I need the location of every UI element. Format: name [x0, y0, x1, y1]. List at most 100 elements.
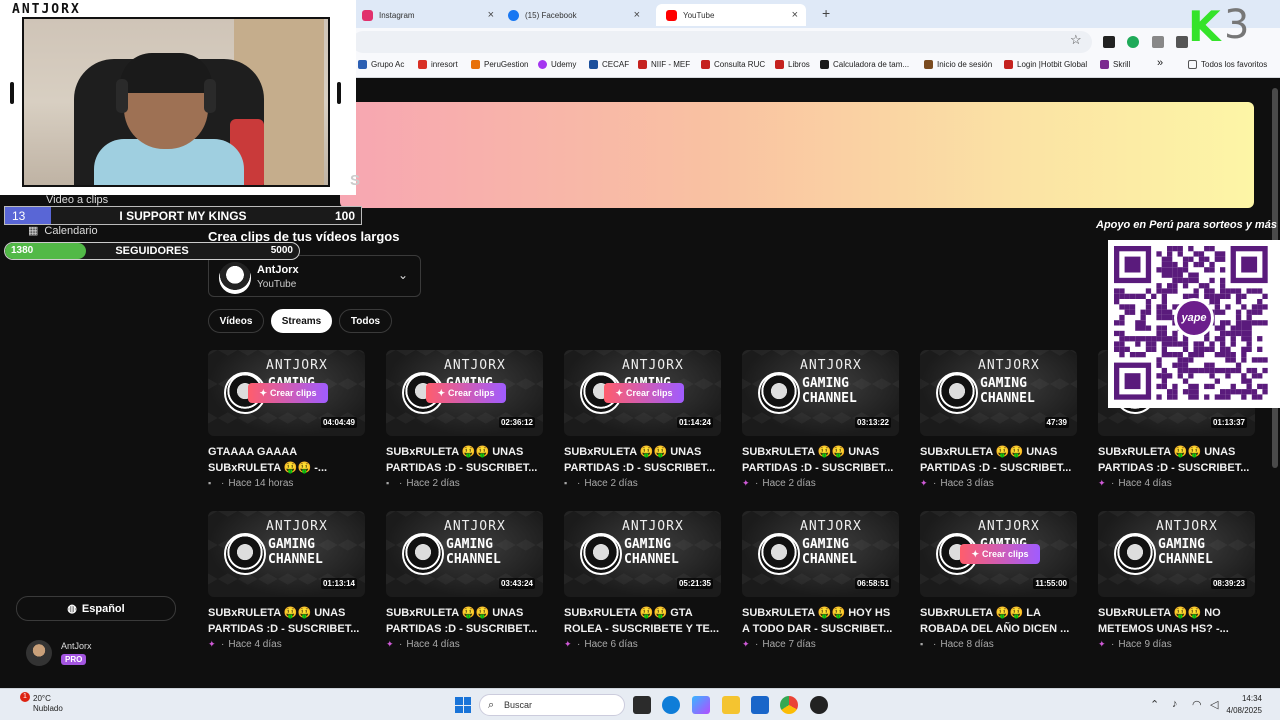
store-icon[interactable]	[751, 696, 769, 714]
copilot-icon[interactable]	[692, 696, 710, 714]
windows-logo-icon	[463, 705, 471, 713]
bookmark-item[interactable]: Inicio de sesión	[924, 60, 992, 69]
video-title[interactable]: SUBxRULETA 🤑🤑 UNAS PARTIDAS :D - SUSCRIB…	[920, 444, 1077, 476]
video-title[interactable]: SUBxRULETA 🤑🤑 HOY HS A TODO DAR - SUSCRI…	[742, 605, 899, 637]
video-card[interactable]: ANTJORX GAMINGCHANNEL ✦Crear clips 04:04…	[208, 350, 365, 489]
channel-selector[interactable]: AntJorx YouTube ⌄	[208, 255, 421, 297]
channel-name: AntJorx	[257, 264, 299, 276]
address-bar[interactable]	[352, 31, 1092, 53]
bookmark-item[interactable]: Udemy	[538, 60, 576, 69]
qr-module	[1193, 352, 1199, 358]
extension-icon[interactable]	[1127, 36, 1139, 48]
close-icon[interactable]: ×	[488, 9, 494, 21]
windows-start-button[interactable]	[455, 697, 471, 713]
qr-module	[1241, 373, 1247, 379]
qr-module	[1161, 293, 1167, 299]
file-explorer-icon[interactable]	[722, 696, 740, 714]
video-thumbnail[interactable]: ANTJORX GAMING CHANNEL 03:13:22	[742, 350, 899, 436]
bookmark-item[interactable]: Consulta RUC	[701, 60, 765, 69]
thumbnail-line: GAMING	[802, 376, 849, 391]
sidebar-item-calendario[interactable]: ▦ Calendario	[28, 224, 98, 238]
task-view-icon[interactable]	[633, 696, 651, 714]
create-clips-button[interactable]: ✦ Crear clips	[426, 383, 506, 403]
filter-videos[interactable]: Vídeos	[208, 309, 264, 333]
qr-module	[1230, 336, 1236, 342]
chrome-icon[interactable]	[780, 696, 798, 714]
new-tab-button[interactable]: +	[822, 5, 830, 21]
video-thumbnail[interactable]: ANTJORX GAMINGCHANNEL ✦Crear clips 04:04…	[208, 350, 365, 436]
qr-module	[1119, 341, 1125, 347]
extension-icon[interactable]	[1103, 36, 1115, 48]
bookmark-icon	[638, 60, 647, 69]
qr-module	[1161, 256, 1167, 262]
tab-instagram[interactable]: Instagram ×	[352, 4, 502, 26]
video-thumbnail[interactable]: ANTJORX GAMING CHANNEL 01:13:14	[208, 511, 365, 597]
video-card[interactable]: ANTJORX GAMING CHANNEL 47:39 SUBxRULETA 🤑…	[920, 350, 1077, 489]
video-card[interactable]: ANTJORX GAMINGCHANNEL ✦Crear clips 11:55…	[920, 511, 1077, 650]
close-icon[interactable]: ×	[792, 9, 798, 21]
video-thumbnail[interactable]: ANTJORX GAMING CHANNEL 08:39:23	[1098, 511, 1255, 597]
create-clips-button[interactable]: ✦ Crear clips	[960, 544, 1040, 564]
bookmark-item[interactable]: Libros	[775, 60, 810, 69]
bookmark-item[interactable]: Grupo Ac	[358, 60, 404, 69]
video-title[interactable]: SUBxRULETA 🤑🤑 LA ROBADA DEL AÑO DICEN ..…	[920, 605, 1077, 637]
video-title[interactable]: SUBxRULETA 🤑🤑 NO METEMOS UNAS HS? -...	[1098, 605, 1255, 637]
bookmark-item[interactable]: CECAF	[589, 60, 629, 69]
video-thumbnail[interactable]: ANTJORX GAMING CHANNEL 06:58:51	[742, 511, 899, 597]
all-bookmarks-button[interactable]: Todos los favoritos	[1188, 60, 1267, 69]
bookmark-item[interactable]: inresort	[418, 60, 458, 69]
video-thumbnail[interactable]: ANTJORX GAMINGCHANNEL ✦Crear clips 02:36…	[386, 350, 543, 436]
qr-module	[1161, 378, 1167, 384]
video-title[interactable]: GTAAAA GAAAA SUBxRULETA 🤑🤑 -...	[208, 444, 365, 476]
video-thumbnail[interactable]: ANTJORX GAMING CHANNEL 47:39	[920, 350, 1077, 436]
video-card[interactable]: ANTJORX GAMING CHANNEL 06:58:51 SUBxRULET…	[742, 511, 899, 650]
volume-icon[interactable]: ◁	[1210, 698, 1218, 711]
video-thumbnail[interactable]: ANTJORX GAMINGCHANNEL ✦Crear clips 01:14…	[564, 350, 721, 436]
edge-icon[interactable]	[662, 696, 680, 714]
tab-facebook[interactable]: (15) Facebook ×	[498, 4, 648, 26]
video-card[interactable]: ANTJORX GAMING CHANNEL 03:13:22 SUBxRULET…	[742, 350, 899, 489]
video-thumbnail[interactable]: ANTJORX GAMING CHANNEL 03:43:24	[386, 511, 543, 597]
create-clips-button[interactable]: ✦ Crear clips	[604, 383, 684, 403]
video-card[interactable]: ANTJORX GAMING CHANNEL 03:43:24 SUBxRULET…	[386, 511, 543, 650]
bookmark-item[interactable]: NIIF - MEF	[638, 60, 690, 69]
video-card[interactable]: ANTJORX GAMING CHANNEL 08:39:23 SUBxRULET…	[1098, 511, 1255, 650]
clock[interactable]: 14:34 4/08/2025	[1226, 693, 1262, 717]
chevron-up-icon[interactable]: ⌃	[1150, 698, 1159, 711]
video-title[interactable]: SUBxRULETA 🤑🤑 UNAS PARTIDAS :D - SUSCRIB…	[386, 605, 543, 637]
video-title[interactable]: SUBxRULETA 🤑🤑 UNAS PARTIDAS :D - SUSCRIB…	[208, 605, 365, 637]
video-title[interactable]: SUBxRULETA 🤑🤑 UNAS PARTIDAS :D - SUSCRIB…	[564, 444, 721, 476]
tab-youtube[interactable]: YouTube ×	[656, 4, 806, 26]
qr-module	[1161, 352, 1167, 358]
video-card[interactable]: ANTJORX GAMING CHANNEL 01:13:14 SUBxRULET…	[208, 511, 365, 650]
bookmark-item[interactable]: Calculadora de tam...	[820, 60, 909, 69]
bookmark-item[interactable]: PeruGestion	[471, 60, 528, 69]
video-card[interactable]: ANTJORX GAMINGCHANNEL ✦Crear clips 02:36…	[386, 350, 543, 489]
bookmarks-more-button[interactable]: »	[1157, 57, 1163, 69]
taskbar-search[interactable]: ⌕ Buscar	[479, 694, 625, 716]
video-time: Hace 2 días	[584, 478, 638, 489]
video-title[interactable]: SUBxRULETA 🤑🤑 UNAS PARTIDAS :D - SUSCRIB…	[742, 444, 899, 476]
bookmark-star-icon[interactable]: ☆	[1070, 32, 1082, 48]
video-title[interactable]: SUBxRULETA 🤑🤑 GTA ROLEA - SUSCRIBETE Y T…	[564, 605, 721, 637]
qr-module	[1209, 373, 1215, 379]
video-title[interactable]: SUBxRULETA 🤑🤑 UNAS PARTIDAS :D - SUSCRIB…	[1098, 444, 1255, 476]
thumbnail-line: GAMING	[624, 537, 671, 552]
filter-todos[interactable]: Todos	[339, 309, 392, 333]
microphone-icon[interactable]: ♪	[1172, 698, 1178, 710]
bookmark-item[interactable]: Skrill	[1100, 60, 1130, 69]
shield-icon[interactable]	[1152, 36, 1164, 48]
create-clips-button[interactable]: ✦ Crear clips	[248, 383, 328, 403]
wifi-icon[interactable]: ◠	[1192, 698, 1202, 711]
video-card[interactable]: ANTJORX GAMINGCHANNEL ✦Crear clips 01:14…	[564, 350, 721, 489]
language-button[interactable]: ◍ Español	[16, 596, 176, 621]
close-icon[interactable]: ×	[634, 9, 640, 21]
bookmark-item[interactable]: Login |Hotbit Global	[1004, 60, 1087, 69]
app-icon[interactable]	[810, 696, 828, 714]
video-thumbnail[interactable]: ANTJORX GAMING CHANNEL 05:21:35	[564, 511, 721, 597]
qr-module	[1204, 267, 1210, 273]
video-thumbnail[interactable]: ANTJORX GAMINGCHANNEL ✦Crear clips 11:55…	[920, 511, 1077, 597]
video-card[interactable]: ANTJORX GAMING CHANNEL 05:21:35 SUBxRULET…	[564, 511, 721, 650]
video-title[interactable]: SUBxRULETA 🤑🤑 UNAS PARTIDAS :D - SUSCRIB…	[386, 444, 543, 476]
filter-streams[interactable]: Streams	[271, 309, 332, 333]
